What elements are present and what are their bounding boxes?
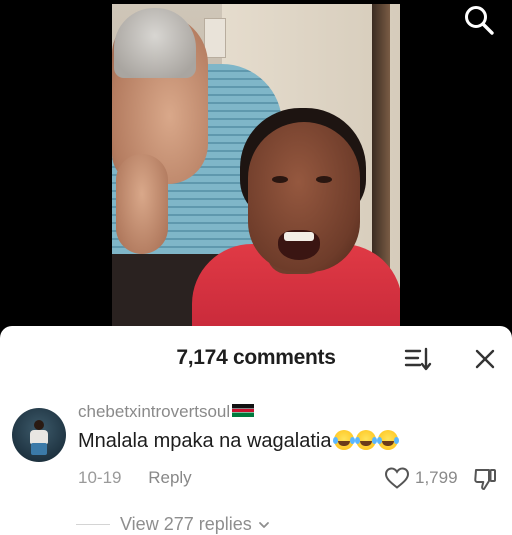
man-hair [114, 8, 196, 78]
background-shelf [204, 18, 226, 58]
video-player[interactable] [0, 0, 512, 330]
comment-meta: 10-19 Reply [78, 468, 192, 488]
comments-sheet: 7,174 comments chebetxintrovertsoul Mnal… [0, 326, 512, 535]
chevron-down-icon [258, 521, 269, 528]
sort-icon[interactable] [404, 346, 432, 372]
laughing-emoji-icon [332, 430, 354, 450]
avatar-figure-head [34, 420, 44, 430]
comment-item: chebetxintrovertsoul Mnalala mpaka na wa… [0, 396, 512, 534]
comment-body: Mnalala mpaka na wagalatia [78, 430, 332, 452]
replies-divider [76, 524, 110, 525]
like-button[interactable]: 1,799 [384, 466, 458, 490]
comment-date: 10-19 [78, 468, 122, 487]
search-icon[interactable] [462, 3, 496, 37]
close-icon[interactable] [472, 346, 498, 372]
comment-text: Mnalala mpaka na wagalatia [78, 430, 398, 453]
heart-icon [384, 467, 410, 489]
comment-username[interactable]: chebetxintrovertsoul [78, 402, 255, 422]
girl-teeth [284, 232, 314, 241]
like-count: 1,799 [415, 468, 458, 487]
video-frame [112, 4, 400, 330]
laughing-emoji-icon [376, 430, 398, 450]
view-replies-label: View 277 replies [120, 514, 252, 534]
username-text: chebetxintrovertsoul [78, 402, 231, 421]
dislike-icon[interactable] [472, 466, 498, 492]
avatar[interactable] [12, 408, 66, 462]
view-replies-button[interactable]: View 277 replies [76, 514, 270, 535]
comments-count-title: 7,174 comments [176, 346, 336, 369]
girl-eye-left [272, 176, 288, 183]
avatar-figure-body [30, 430, 48, 444]
avatar-figure-legs [31, 443, 47, 455]
kenya-flag-icon [232, 404, 255, 418]
man-hand [116, 154, 168, 254]
laughing-emoji-icon [354, 430, 376, 450]
reply-button[interactable]: Reply [148, 468, 191, 487]
girl-eye-right [316, 176, 332, 183]
